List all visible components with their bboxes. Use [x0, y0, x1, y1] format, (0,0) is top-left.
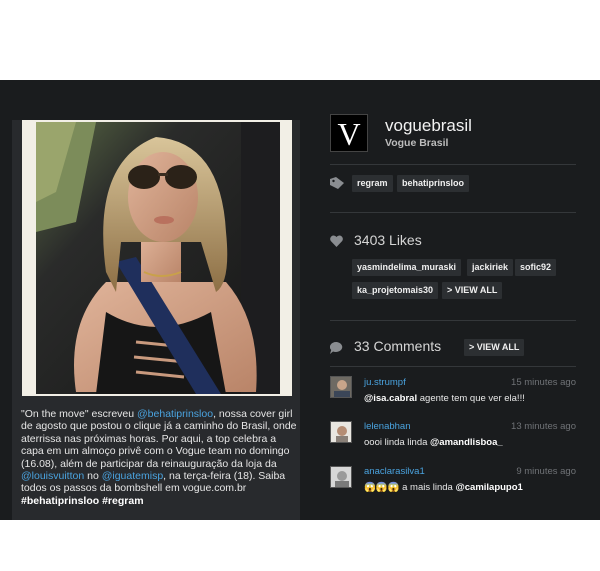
comment-text: @isa.cabral agente tem que ver ela!!! [364, 393, 525, 404]
comment-mention[interactable]: @amandlisboa_ [430, 437, 503, 448]
like-user-chip[interactable]: jackiriek [467, 259, 514, 276]
comment-username[interactable]: ju.strumpf [364, 377, 406, 388]
tag-icon [330, 177, 344, 189]
likes-view-all-button[interactable]: > VIEW ALL [442, 282, 503, 299]
comment-username[interactable]: lelenabhan [364, 421, 411, 432]
avatar[interactable] [330, 376, 352, 398]
comment-text: oooi linda linda @amandlisboa_ [364, 437, 503, 448]
profile-avatar[interactable]: V [330, 114, 368, 152]
caption-hashtags[interactable]: #behatiprinsloo #regram [21, 495, 144, 507]
comment-mention[interactable]: @isa.cabral [364, 393, 417, 404]
comment-body: a mais linda [399, 482, 456, 493]
divider [330, 164, 576, 165]
post-details: V voguebrasil Vogue Brasil regram behati… [330, 80, 580, 520]
like-user-chip[interactable]: sofic92 [515, 259, 557, 276]
photo-frame [22, 120, 292, 396]
likes-count: 3403 Likes [354, 232, 422, 248]
comment-text: 😱😱😱 a mais linda @camilapupo1 [364, 482, 523, 493]
comment-bubble-icon [330, 342, 343, 354]
heart-icon [330, 235, 343, 247]
comments-count: 33 Comments [354, 338, 442, 354]
like-user-chip[interactable]: ka_projetomais30 [352, 282, 439, 299]
post-photo[interactable] [36, 122, 280, 394]
caption-text: no [84, 470, 102, 483]
comment-timestamp: 13 minutes ago [511, 421, 576, 432]
logo-letter: V [337, 116, 361, 152]
post-card: "On the move" escreveu @behatiprinsloo, … [12, 120, 300, 520]
divider [330, 366, 576, 367]
comment-emoji: 😱😱😱 [364, 482, 400, 493]
caption-mention[interactable]: @louisvuitton [21, 470, 84, 482]
avatar[interactable] [330, 421, 352, 443]
profile-fullname: Vogue Brasil [385, 137, 449, 149]
avatar[interactable] [330, 466, 352, 488]
comments-view-all-button[interactable]: > VIEW ALL [464, 339, 525, 356]
divider [330, 212, 576, 213]
comment-timestamp: 9 minutes ago [516, 466, 576, 477]
comment-username[interactable]: anaclarasilva1 [364, 466, 425, 477]
profile-username[interactable]: voguebrasil [385, 116, 472, 136]
tag-chip-behatiprinsloo[interactable]: behatiprinsloo [397, 175, 470, 192]
comment-body: oooi linda linda [364, 437, 431, 448]
comment-timestamp: 15 minutes ago [511, 377, 576, 388]
tag-chip-regram[interactable]: regram [352, 175, 393, 192]
caption-mention[interactable]: @iguatemisp [102, 470, 163, 482]
like-user-chip[interactable]: yasmindelima_muraski [352, 259, 462, 276]
divider [330, 320, 576, 321]
post-viewer: "On the move" escreveu @behatiprinsloo, … [0, 80, 600, 520]
comment-body: agente tem que ver ela!!! [417, 393, 525, 404]
comment-mention[interactable]: @camilapupo1 [455, 482, 522, 493]
post-caption: "On the move" escreveu @behatiprinsloo, … [21, 408, 297, 507]
caption-mention[interactable]: @behatiprinsloo [137, 408, 213, 420]
caption-text: "On the move" escreveu [21, 408, 138, 420]
